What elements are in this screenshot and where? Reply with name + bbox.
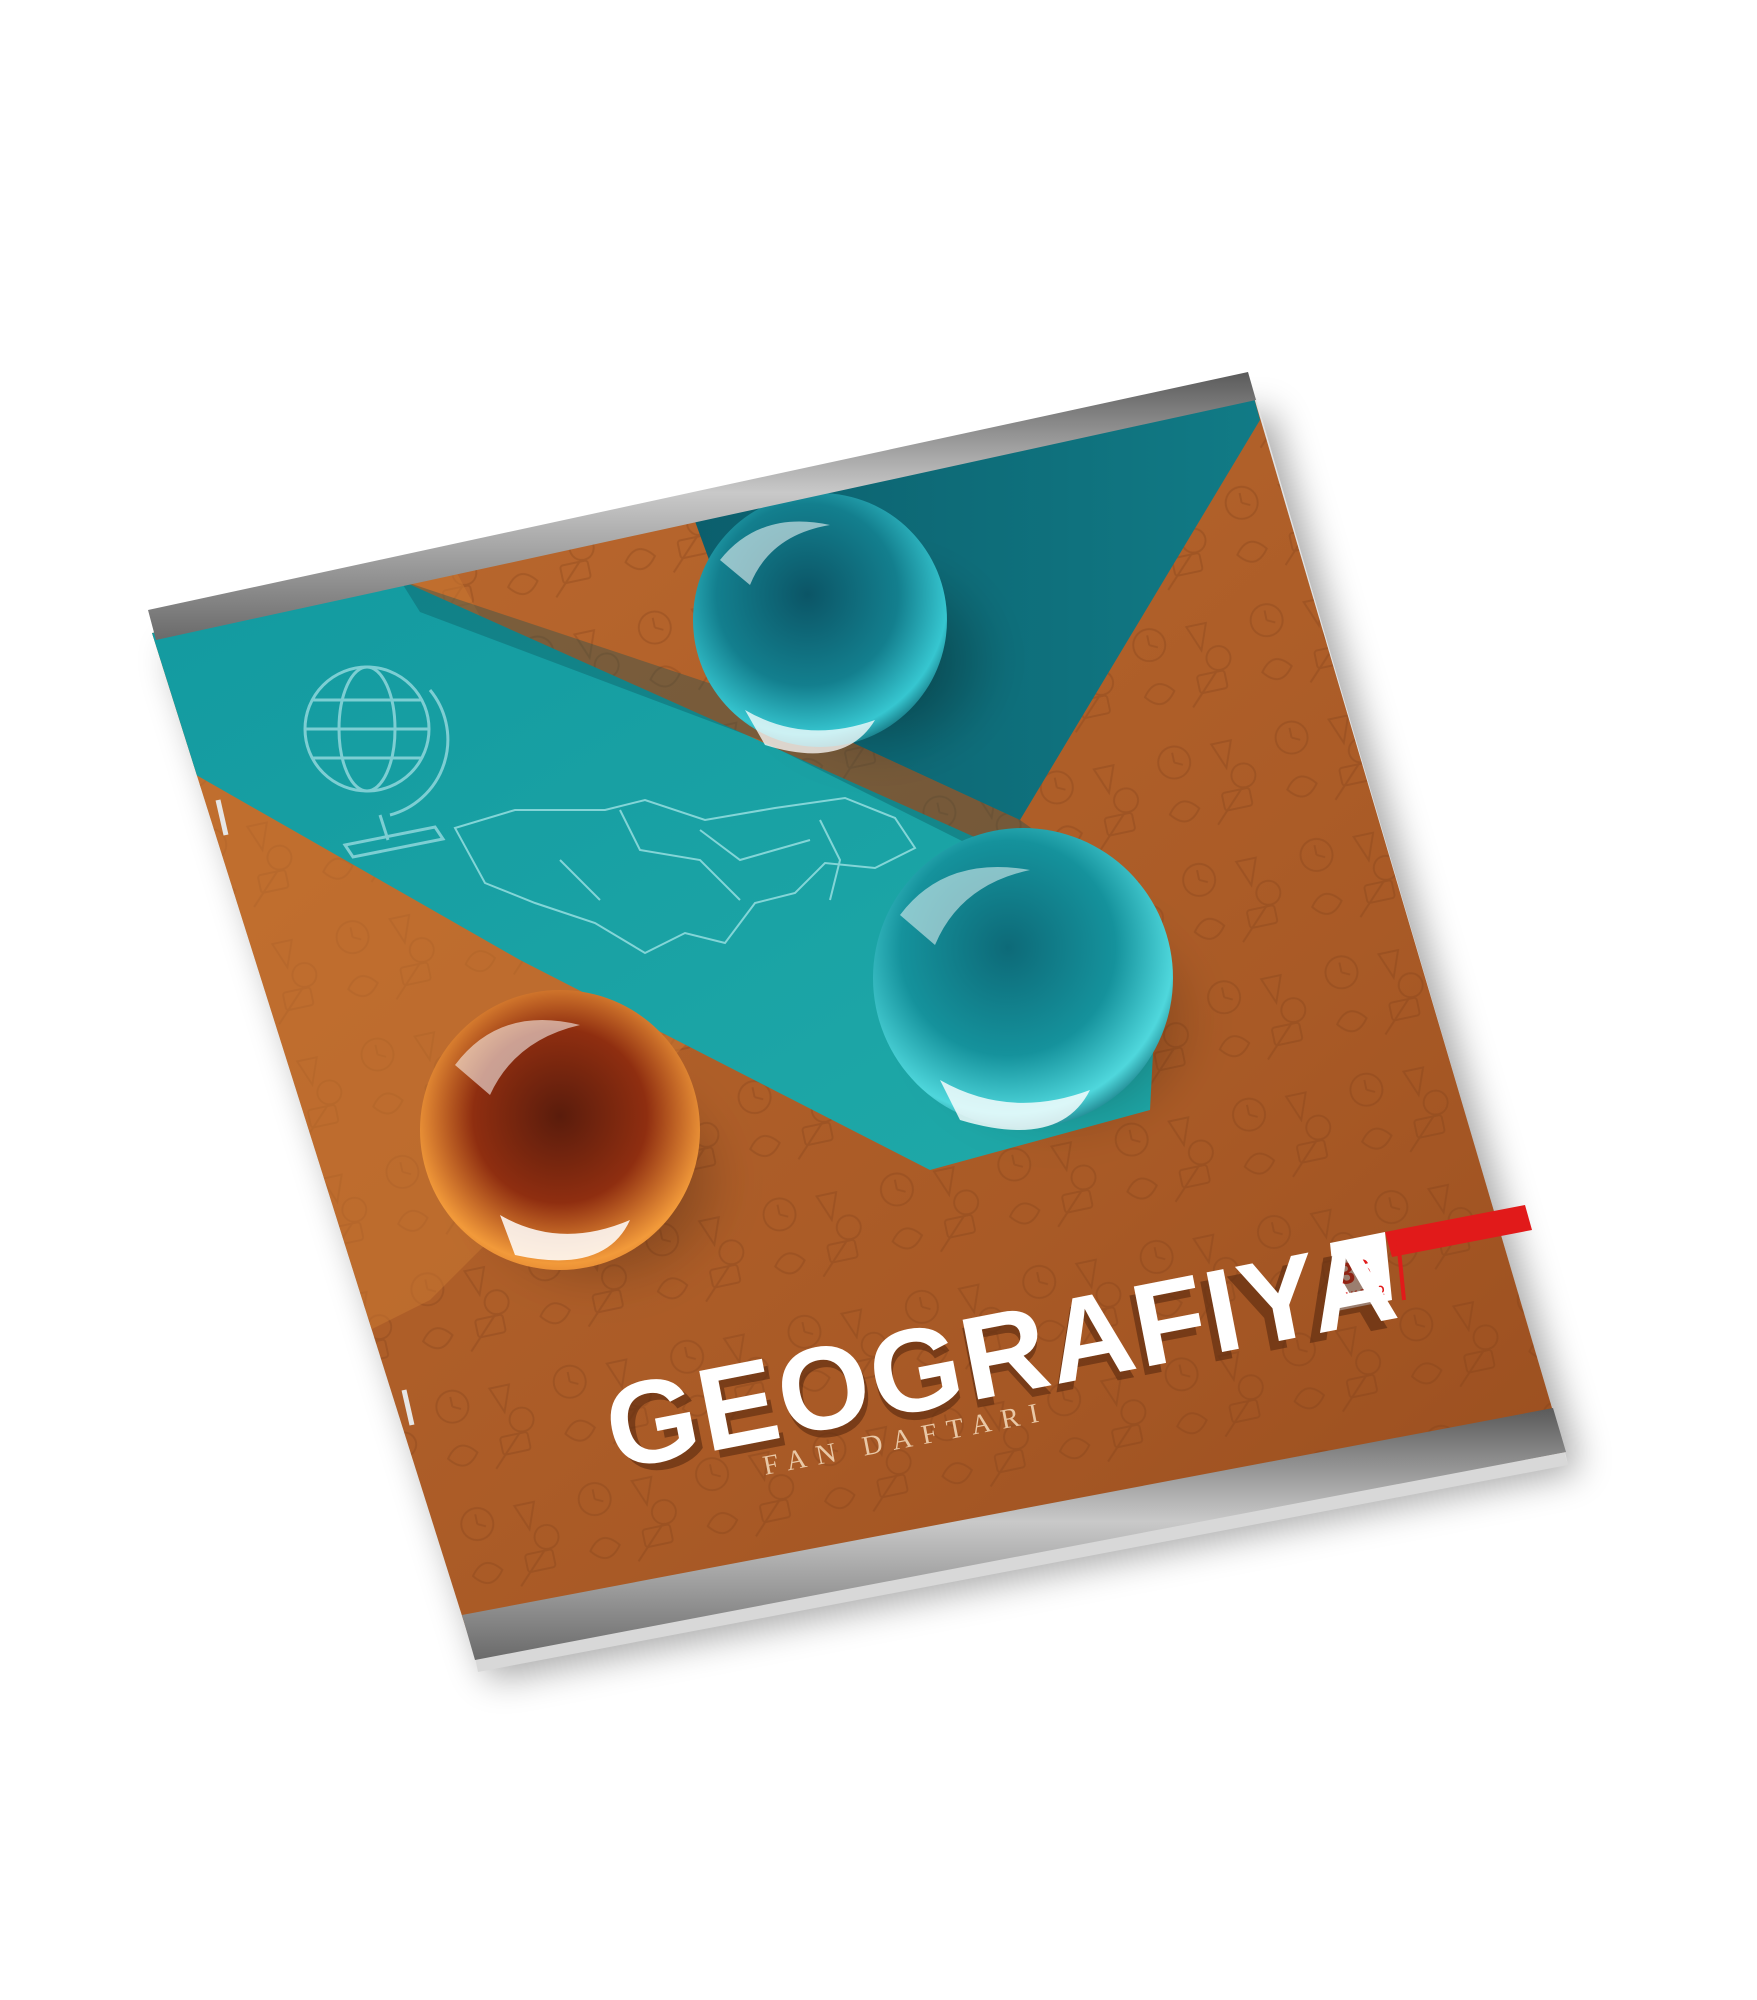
teal-sphere-bottom — [873, 828, 1173, 1130]
notebook-scene: 36 VARAQ GEOGRAFIYA GEOGRAFIYA FAN DAFTA… — [148, 372, 1580, 1680]
amber-sphere — [420, 990, 700, 1270]
